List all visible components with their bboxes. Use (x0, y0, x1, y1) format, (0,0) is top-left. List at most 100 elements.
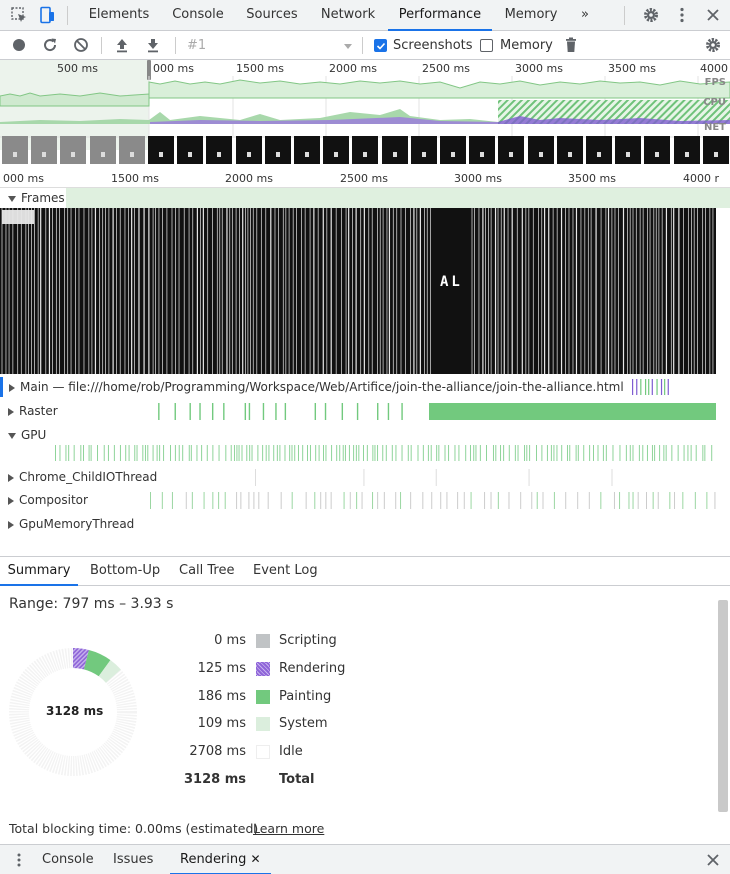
tab-console[interactable]: Console (162, 0, 234, 31)
gpu-task-mark (475, 445, 477, 461)
gpu-task-mark (265, 445, 267, 461)
legend-swatch (256, 745, 270, 760)
screenshot-thumbnail[interactable] (352, 136, 379, 164)
gpu-task-mark (315, 445, 317, 461)
screenshot-thumbnail[interactable] (89, 136, 116, 164)
overview-ruler-tick: 2000 ms (329, 62, 377, 75)
gpu-task-mark (677, 445, 679, 461)
checkmark-icon (376, 42, 386, 50)
frames-track-header[interactable]: Frames (0, 188, 730, 208)
learn-more-link[interactable]: Learn more (253, 821, 324, 836)
tab-call-tree[interactable]: Call Tree (179, 557, 235, 586)
gpu-task-mark (651, 445, 653, 461)
more-tabs-button[interactable]: » (574, 0, 596, 31)
drawer-tab-console[interactable]: Console (42, 845, 94, 874)
screenshot-thumbnail[interactable] (673, 136, 700, 164)
compositor-task-mark (395, 492, 397, 509)
dropdown-icon[interactable] (343, 43, 353, 50)
screenshot-thumbnail[interactable] (556, 136, 583, 164)
gpu-task-mark (156, 445, 158, 461)
screenshot-thumbnail[interactable] (177, 136, 204, 164)
compositor-task-mark (422, 492, 424, 509)
gpu-task-mark (517, 445, 519, 461)
tab-memory[interactable]: Memory (498, 0, 564, 31)
tab-event-log[interactable]: Event Log (253, 557, 318, 586)
compositor-task-mark (646, 492, 648, 509)
screenshot-thumbnail[interactable] (615, 136, 642, 164)
close-icon[interactable] (704, 6, 722, 24)
capture-settings-gear-icon[interactable] (704, 36, 722, 54)
drawer-tab-rendering[interactable]: Rendering ✕ (170, 845, 271, 874)
trash-icon[interactable] (562, 36, 580, 54)
screenshot-thumbnail[interactable] (527, 136, 554, 164)
gpu-task-mark (391, 445, 393, 461)
screenshot-thumbnail[interactable] (235, 136, 262, 164)
gear-icon[interactable] (642, 6, 660, 24)
gpu-task-mark (344, 445, 346, 461)
gpu-task-mark (500, 445, 502, 461)
screenshot-thumbnail[interactable] (264, 136, 291, 164)
profile-select[interactable]: #1 (187, 38, 206, 53)
clear-icon[interactable] (72, 36, 90, 54)
gpu-task-mark (103, 445, 105, 461)
memory-checkbox[interactable] (480, 39, 493, 52)
tab-bottom-up[interactable]: Bottom-Up (90, 557, 160, 586)
blocking-time-text: Total blocking time: 0.00ms (estimated) (9, 821, 259, 836)
tab-network[interactable]: Network (312, 0, 384, 31)
frames-strip[interactable] (0, 208, 730, 374)
compositor-task-mark (600, 492, 602, 509)
raster-task-mark (211, 403, 214, 420)
screenshot-thumbnail[interactable] (410, 136, 437, 164)
screenshot-thumbnail[interactable] (323, 136, 350, 164)
screenshot-thumbnail[interactable] (702, 136, 729, 164)
tab-elements[interactable]: Elements (80, 0, 158, 31)
download-icon[interactable] (144, 36, 162, 54)
screenshot-thumbnail[interactable] (148, 136, 174, 164)
main-track-mark (664, 379, 666, 395)
compositor-task-mark (652, 492, 654, 509)
overview-ruler-tick: 3000 ms (515, 62, 563, 75)
compositor-task-mark (542, 492, 544, 509)
inspect-icon[interactable] (10, 6, 28, 24)
legend-value: 125 ms (197, 660, 246, 676)
close-tab-icon[interactable]: ✕ (251, 852, 261, 866)
more-vert-icon[interactable] (673, 6, 691, 24)
screenshot-thumbnail[interactable] (498, 136, 525, 164)
record-icon[interactable] (10, 36, 28, 54)
compositor-task-mark (694, 492, 696, 509)
drawer-menu-icon[interactable] (11, 852, 27, 868)
tab-summary[interactable]: Summary (0, 557, 78, 586)
gpu-task-mark (90, 445, 92, 461)
screenshot-thumbnail[interactable] (2, 136, 28, 164)
screenshot-thumbnail[interactable] (294, 136, 320, 164)
screenshot-thumbnail[interactable] (469, 136, 496, 164)
screenshot-thumbnail[interactable] (381, 136, 408, 164)
thumbnail-mark (684, 152, 689, 157)
screenshot-thumbnail[interactable] (118, 136, 145, 164)
net-lane-label: NET (703, 122, 726, 133)
summary-scrollbar[interactable] (718, 600, 728, 812)
gpu-task-mark (325, 445, 327, 461)
compositor-task-mark (470, 492, 472, 509)
screenshots-checkbox[interactable] (374, 39, 387, 52)
tab-performance[interactable]: Performance (388, 0, 492, 31)
screenshot-thumbnail[interactable] (586, 136, 612, 164)
gpu-task-mark (309, 445, 311, 461)
screenshot-thumbnail[interactable] (206, 136, 233, 164)
thread-activity-marks (55, 379, 716, 509)
screenshot-thumbnail[interactable] (60, 136, 87, 164)
screenshot-filmstrip[interactable] (0, 136, 730, 164)
timeline-overview[interactable]: 500 ms 000 ms 1500 ms 2000 ms 2500 ms 30… (0, 60, 730, 170)
drawer-tab-issues[interactable]: Issues (113, 845, 153, 874)
gpu-task-mark (422, 445, 424, 461)
gpu-task-mark (236, 445, 238, 461)
tab-sources[interactable]: Sources (238, 0, 306, 31)
upload-icon[interactable] (113, 36, 131, 54)
screenshot-thumbnail[interactable] (644, 136, 671, 164)
reload-icon[interactable] (41, 36, 59, 54)
screenshot-thumbnail[interactable] (31, 136, 58, 164)
close-drawer-icon[interactable] (705, 852, 721, 868)
screenshot-thumbnail[interactable] (440, 136, 466, 164)
device-toolbar-icon[interactable] (38, 6, 56, 24)
compositor-task-mark (372, 492, 374, 509)
